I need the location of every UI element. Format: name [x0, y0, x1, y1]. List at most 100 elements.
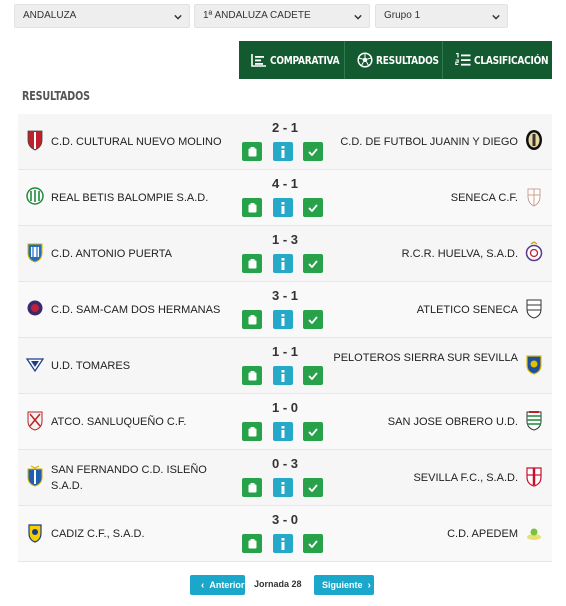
match-confirmed-button[interactable] — [303, 366, 323, 385]
match-info-button[interactable] — [273, 422, 293, 441]
away-team[interactable]: SAN JOSE OBRERO U.D. — [328, 414, 518, 430]
match-confirmed-button[interactable] — [303, 254, 323, 273]
home-team[interactable]: C.D. CULTURAL NUEVO MOLINO — [51, 134, 233, 150]
match-score: 0 - 3 — [271, 456, 298, 471]
match-info-button[interactable] — [273, 254, 293, 273]
previous-round-button[interactable]: ‹ Anterior — [190, 575, 245, 595]
away-team[interactable]: ATLETICO SENECA — [328, 302, 518, 318]
match-info-button[interactable] — [273, 198, 293, 217]
clipboard-icon — [248, 314, 256, 324]
match-confirmed-button[interactable] — [303, 478, 323, 497]
home-team[interactable]: REAL BETIS BALOMPIE S.A.D. — [51, 190, 233, 206]
match-row: SAN FERNANDO C.D. ISLEÑO S.A.D. 0 - 3 SE… — [18, 450, 552, 506]
home-team[interactable]: ATCO. SANLUQUEÑO C.F. — [51, 414, 233, 430]
match-actions — [242, 366, 324, 386]
match-info-button[interactable] — [273, 534, 293, 553]
away-team[interactable]: R.C.R. HUELVA, S.A.D. — [328, 246, 518, 262]
away-team[interactable]: SENECA C.F. — [328, 190, 518, 206]
clipboard-icon — [248, 482, 256, 492]
match-actions — [242, 422, 324, 442]
bar-chart-icon — [251, 54, 266, 67]
home-team[interactable]: C.D. SAM-CAM DOS HERMANAS — [51, 302, 233, 318]
team-crest-icon — [27, 465, 43, 487]
team-crest-icon — [526, 130, 542, 150]
team-crest-icon — [527, 528, 541, 540]
match-confirmed-button[interactable] — [303, 198, 323, 217]
match-score: 3 - 0 — [271, 512, 298, 527]
match-confirmed-button[interactable] — [303, 422, 323, 441]
chevron-down-icon — [174, 14, 182, 20]
team-crest-icon — [27, 300, 43, 316]
results-list: C.D. CULTURAL NUEVO MOLINO 2 - 1 C.D. DE… — [18, 114, 552, 562]
info-icon — [281, 481, 285, 494]
home-team[interactable]: SAN FERNANDO C.D. ISLEÑO S.A.D. — [51, 462, 233, 494]
clipboard-icon — [248, 202, 256, 212]
match-report-button[interactable] — [242, 534, 262, 553]
home-team[interactable]: C.D. ANTONIO PUERTA — [51, 246, 233, 262]
match-actions — [242, 478, 324, 498]
match-report-button[interactable] — [242, 310, 262, 329]
ranking-list-icon — [455, 53, 471, 66]
team-crest-icon — [527, 188, 541, 207]
team-crest-icon — [526, 299, 542, 319]
match-info-button[interactable] — [273, 142, 293, 161]
check-icon — [308, 539, 318, 548]
info-icon — [281, 369, 285, 382]
match-score: 3 - 1 — [271, 288, 298, 303]
competition-select-value: 1ª ANDALUZA CADETE — [203, 10, 311, 21]
match-confirmed-button[interactable] — [303, 142, 323, 161]
team-crest-icon — [526, 411, 542, 431]
match-row: C.D. CULTURAL NUEVO MOLINO 2 - 1 C.D. DE… — [18, 114, 552, 170]
competition-select[interactable]: 1ª ANDALUZA CADETE — [194, 4, 370, 28]
match-info-button[interactable] — [273, 310, 293, 329]
match-report-button[interactable] — [242, 478, 262, 497]
match-report-button[interactable] — [242, 198, 262, 217]
tab-resultados-label: RESULTADOS — [376, 53, 439, 67]
away-team[interactable]: C.D. APEDEM — [328, 526, 518, 542]
home-team[interactable]: CADIZ C.F., S.A.D. — [51, 526, 233, 542]
clipboard-icon — [248, 426, 256, 436]
home-team[interactable]: U.D. TOMARES — [51, 358, 233, 374]
away-team[interactable]: C.D. DE FUTBOL JUANIN Y DIEGO — [328, 134, 518, 150]
match-actions — [242, 534, 324, 554]
tab-resultados[interactable]: RESULTADOS — [345, 41, 443, 79]
chevron-right-icon: › — [367, 579, 371, 591]
check-icon — [308, 483, 318, 492]
tab-comparativa[interactable]: COMPARATIVA — [239, 41, 345, 79]
match-score: 4 - 1 — [271, 176, 298, 191]
match-actions — [242, 198, 324, 218]
match-row: ATCO. SANLUQUEÑO C.F. 1 - 0 SAN JOSE OBR… — [18, 394, 552, 450]
match-info-button[interactable] — [273, 366, 293, 385]
pagination: ‹ Anterior Jornada 28 Siguiente › — [0, 575, 566, 597]
match-actions — [242, 310, 324, 330]
clipboard-icon — [248, 258, 256, 268]
away-team[interactable]: PELOTEROS SIERRA SUR SEVILLA — [328, 350, 518, 366]
group-select[interactable]: Grupo 1 — [375, 4, 508, 28]
team-crest-icon — [26, 358, 44, 373]
team-crest-icon — [27, 130, 43, 151]
match-report-button[interactable] — [242, 142, 262, 161]
match-report-button[interactable] — [242, 422, 262, 441]
match-report-button[interactable] — [242, 254, 262, 273]
team-crest-icon — [27, 411, 43, 431]
check-icon — [308, 427, 318, 436]
match-confirmed-button[interactable] — [303, 534, 323, 553]
tab-clasificacion[interactable]: CLASIFICACIÓN — [443, 41, 552, 79]
team-crest-icon — [525, 241, 543, 262]
away-team[interactable]: SEVILLA F.C., S.A.D. — [328, 470, 518, 486]
region-select-value: ANDALUZA — [23, 10, 77, 21]
match-row: REAL BETIS BALOMPIE S.A.D. 4 - 1 SENECA … — [18, 170, 552, 226]
check-icon — [308, 315, 318, 324]
match-report-button[interactable] — [242, 366, 262, 385]
match-info-button[interactable] — [273, 478, 293, 497]
match-confirmed-button[interactable] — [303, 310, 323, 329]
region-select[interactable]: ANDALUZA — [14, 4, 190, 28]
match-actions — [242, 254, 324, 274]
next-round-button[interactable]: Siguiente › — [314, 575, 374, 595]
check-icon — [308, 203, 318, 212]
match-row: C.D. SAM-CAM DOS HERMANAS 3 - 1 ATLETICO… — [18, 282, 552, 338]
check-icon — [308, 147, 318, 156]
match-row: C.D. ANTONIO PUERTA 1 - 3 R.C.R. HUELVA,… — [18, 226, 552, 282]
tab-comparativa-label: COMPARATIVA — [270, 53, 340, 67]
info-icon — [281, 313, 285, 326]
